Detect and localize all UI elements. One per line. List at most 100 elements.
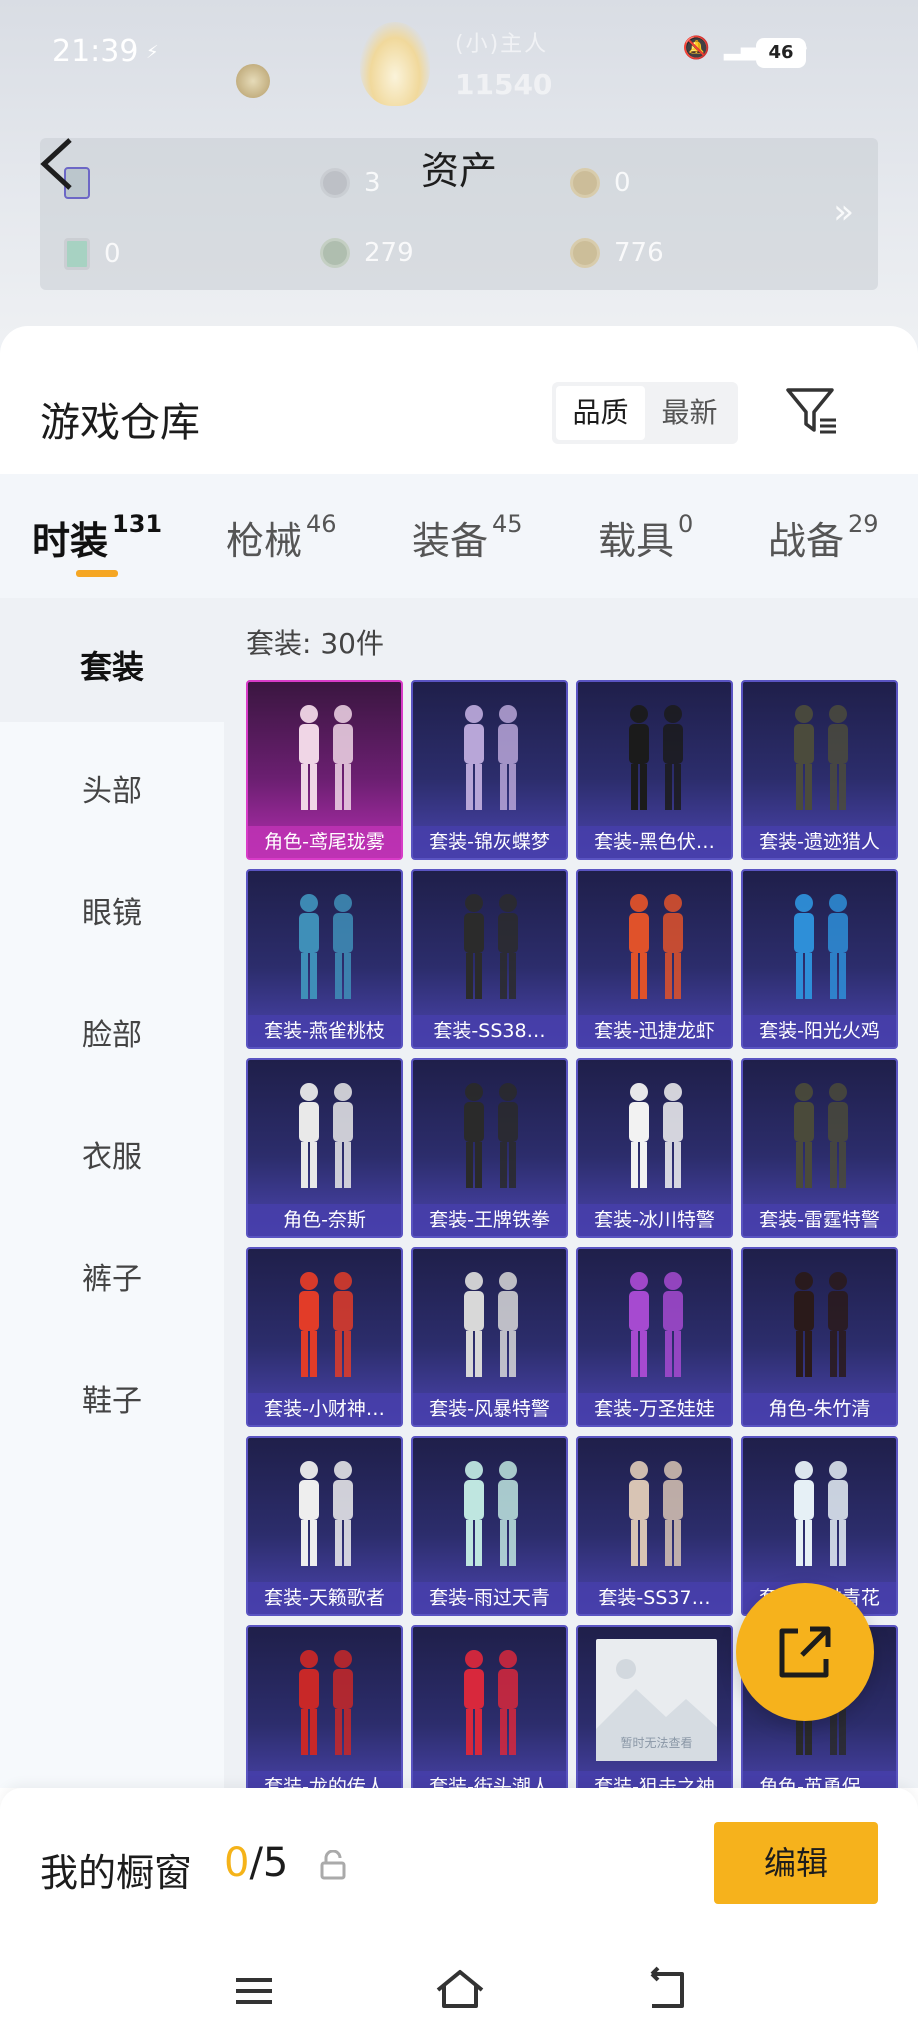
tab-vehicles[interactable]: 载具 0 bbox=[598, 510, 693, 565]
item-card[interactable]: 暂时无法查看套装-狙击之神 bbox=[576, 1625, 733, 1788]
item-card[interactable]: 套装-雨过天青 bbox=[411, 1436, 568, 1616]
item-card-label: 角色-英勇保… bbox=[743, 1771, 896, 1788]
status-bar: 21:39 ⚡ (小)主人 11540 🔕 ▂▄▆ ◠ 46 bbox=[0, 0, 918, 106]
item-card-label: 套装-黑色伏… bbox=[578, 826, 731, 858]
item-card[interactable]: 套装-街头潮人 bbox=[411, 1625, 568, 1788]
sort-latest-button[interactable]: 最新 bbox=[645, 386, 734, 440]
tab-supplies[interactable]: 战备 29 bbox=[768, 510, 879, 565]
item-card-label: 套装-雨过天青 bbox=[413, 1582, 566, 1614]
outfit-figure-icon bbox=[793, 1461, 848, 1566]
mute-icon: 🔕 bbox=[682, 36, 711, 61]
outfit-figure-icon bbox=[628, 1083, 683, 1188]
item-card-label: 套装-雷霆特警 bbox=[743, 1204, 896, 1236]
item-card[interactable]: 套装-阳光火鸡 bbox=[741, 869, 898, 1049]
outfit-figure-icon bbox=[793, 894, 848, 999]
item-card[interactable]: 套装-冰川特警 bbox=[576, 1058, 733, 1238]
item-card[interactable]: 套装-锦灰蝶梦 bbox=[411, 680, 568, 860]
item-card-label: 套装-冰川特警 bbox=[578, 1204, 731, 1236]
item-card-label: 套装-万圣娃娃 bbox=[578, 1393, 731, 1425]
outfit-figure-icon bbox=[628, 1272, 683, 1377]
lock-icon bbox=[320, 1850, 346, 1880]
item-card[interactable]: 角色-鸢尾珑雾 bbox=[246, 680, 403, 860]
outfit-figure-icon bbox=[463, 894, 518, 999]
outfit-figure-icon bbox=[628, 894, 683, 999]
item-card-label: 套装-遗迹猎人 bbox=[743, 826, 896, 858]
item-card-label: 套装-风暴特警 bbox=[413, 1393, 566, 1425]
outfit-figure-icon bbox=[463, 1083, 518, 1188]
green-coin-icon bbox=[320, 238, 350, 268]
filter-icon bbox=[786, 388, 836, 434]
item-card[interactable]: 套装-遗迹猎人 bbox=[741, 680, 898, 860]
showcase-count: 0/5 bbox=[224, 1840, 289, 1886]
item-card-label: 套装-街头潮人 bbox=[413, 1771, 566, 1788]
placeholder-image: 暂时无法查看 bbox=[596, 1639, 717, 1761]
outfit-figure-icon bbox=[298, 705, 353, 810]
item-card[interactable]: 套装-王牌铁拳 bbox=[411, 1058, 568, 1238]
item-card[interactable]: 套装-SS37… bbox=[576, 1436, 733, 1616]
return-icon bbox=[650, 1966, 684, 2008]
subcategory-suit[interactable]: 套装 bbox=[0, 642, 224, 688]
subcategory-pants[interactable]: 裤子 bbox=[0, 1254, 224, 1298]
share-icon bbox=[779, 1626, 831, 1678]
outfit-figure-icon bbox=[793, 705, 848, 810]
outfit-figure-icon bbox=[628, 705, 683, 810]
subcategory-head[interactable]: 头部 bbox=[0, 766, 224, 810]
item-card[interactable]: 套装-风暴特警 bbox=[411, 1247, 568, 1427]
asset-item: 279 bbox=[320, 238, 414, 268]
share-button[interactable] bbox=[736, 1583, 874, 1721]
item-card[interactable]: 套装-小财神… bbox=[246, 1247, 403, 1427]
item-card-label: 套装-天籁歌者 bbox=[248, 1582, 401, 1614]
sort-toggle[interactable]: 品质 最新 bbox=[552, 382, 738, 444]
menu-icon bbox=[236, 1978, 272, 2004]
outfit-figure-icon bbox=[463, 1272, 518, 1377]
item-card[interactable]: 套装-龙的传人 bbox=[246, 1625, 403, 1788]
home-button[interactable] bbox=[430, 1960, 490, 2020]
outfit-figure-icon bbox=[793, 1272, 848, 1377]
menu-button[interactable] bbox=[224, 1960, 284, 2020]
status-time: 21:39 bbox=[52, 34, 139, 69]
item-card[interactable]: 套装-雷霆特警 bbox=[741, 1058, 898, 1238]
chevron-right-icon[interactable]: » bbox=[833, 192, 854, 232]
item-card[interactable]: 套装-黑色伏… bbox=[576, 680, 733, 860]
sort-quality-button[interactable]: 品质 bbox=[556, 386, 645, 440]
outfit-figure-icon bbox=[793, 1083, 848, 1188]
item-card[interactable]: 套装-燕雀桃枝 bbox=[246, 869, 403, 1049]
item-card[interactable]: 角色-朱竹清 bbox=[741, 1247, 898, 1427]
item-card[interactable]: 套装-迅捷龙虾 bbox=[576, 869, 733, 1049]
item-card-label: 套装-燕雀桃枝 bbox=[248, 1015, 401, 1047]
subcategory-shoes[interactable]: 鞋子 bbox=[0, 1376, 224, 1420]
item-card[interactable]: 角色-奈斯 bbox=[246, 1058, 403, 1238]
subcategory-glasses[interactable]: 眼镜 bbox=[0, 888, 224, 932]
tab-guns[interactable]: 枪械 46 bbox=[226, 510, 337, 565]
showcase-title: 我的橱窗 bbox=[40, 1851, 193, 1895]
item-card-label: 套装-狙击之神 bbox=[578, 1771, 731, 1788]
bronze-coin-icon bbox=[570, 238, 600, 268]
item-card-label: 角色-鸢尾珑雾 bbox=[248, 826, 401, 858]
item-card[interactable]: 套装-万圣娃娃 bbox=[576, 1247, 733, 1427]
item-card-label: 套装-王牌铁拳 bbox=[413, 1204, 566, 1236]
edit-button[interactable]: 编辑 bbox=[714, 1822, 878, 1904]
tab-fashion[interactable]: 时装 131 bbox=[32, 510, 162, 565]
asset-header: 21:39 ⚡ (小)主人 11540 🔕 ▂▄▆ ◠ 46 0 3 0 0 bbox=[0, 0, 918, 340]
item-card-label: 套装-龙的传人 bbox=[248, 1771, 401, 1788]
outfit-figure-icon bbox=[298, 1461, 353, 1566]
item-card-label: 套装-小财神… bbox=[248, 1393, 401, 1425]
outfit-figure-icon bbox=[298, 1083, 353, 1188]
item-card[interactable]: 套装-天籁歌者 bbox=[246, 1436, 403, 1616]
rank-medal-icon bbox=[236, 64, 270, 98]
tab-equipment[interactable]: 装备 45 bbox=[412, 510, 523, 565]
item-count: 套装: 30件 bbox=[246, 627, 384, 660]
item-card-label: 套装-SS38… bbox=[413, 1015, 566, 1047]
asset-item: 0 bbox=[64, 238, 121, 270]
category-tabs: 时装 131 枪械 46 装备 45 载具 0 战备 29 bbox=[0, 474, 918, 598]
back-nav-button[interactable] bbox=[636, 1960, 696, 2020]
subcategory-clothes[interactable]: 衣服 bbox=[0, 1132, 224, 1176]
item-card-label: 套装-锦灰蝶梦 bbox=[413, 826, 566, 858]
outfit-figure-icon bbox=[298, 1272, 353, 1377]
flame-emblem-icon bbox=[360, 22, 430, 106]
filter-button[interactable] bbox=[784, 384, 838, 438]
subcategory-face[interactable]: 脸部 bbox=[0, 1010, 224, 1054]
home-icon bbox=[436, 1970, 484, 2008]
item-card[interactable]: 套装-SS38… bbox=[411, 869, 568, 1049]
page-title: 资产 bbox=[420, 149, 497, 193]
